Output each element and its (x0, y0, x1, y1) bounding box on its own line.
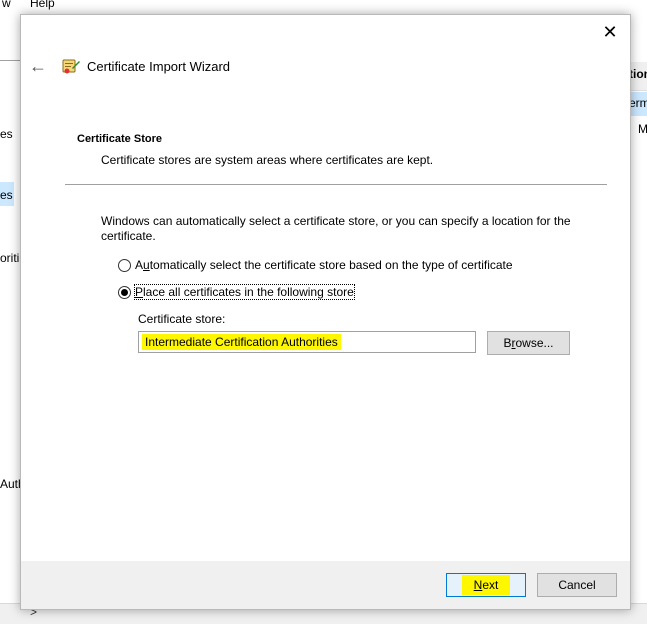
radio-button-unchecked[interactable] (118, 258, 131, 272)
next-button[interactable]: Next (446, 573, 526, 597)
certificate-store-field[interactable]: Intermediate Certification Authorities (138, 331, 476, 353)
radio-automatic-store[interactable]: Automatically select the certificate sto… (118, 258, 513, 272)
cancel-button[interactable]: Cancel (537, 573, 617, 597)
background-column-label: tion (629, 67, 647, 81)
section-title: Certificate Store (77, 133, 162, 145)
certificate-store-label: Certificate store: (138, 312, 226, 326)
radio-place-in-store[interactable]: Place all certificates in the following … (118, 284, 355, 300)
section-description: Certificate stores are system areas wher… (101, 153, 434, 167)
menu-item-help[interactable]: Help (30, 0, 55, 10)
header-divider (65, 184, 607, 185)
certificate-import-wizard-dialog: ✕ ← Certificate Import Wizard Certificat… (20, 14, 631, 610)
radio-button-checked[interactable] (118, 285, 131, 299)
browse-button[interactable]: Browse... (487, 331, 570, 355)
close-button[interactable]: ✕ (598, 21, 622, 43)
background-tree-item[interactable]: oriti (0, 251, 19, 265)
back-button[interactable]: ← (27, 55, 49, 77)
dialog-footer: Next Cancel (21, 561, 630, 609)
radio-automatic-label[interactable]: Automatically select the certificate sto… (135, 258, 513, 272)
certificate-store-value: Intermediate Certification Authorities (142, 334, 341, 350)
background-tree-item[interactable]: es (0, 127, 13, 141)
background-list-item[interactable]: erm (629, 96, 647, 110)
background-tree-item[interactable]: es (0, 188, 13, 202)
certificate-wizard-icon (62, 59, 80, 74)
background-divider (0, 60, 20, 61)
radio-place-label[interactable]: Place all certificates in the following … (134, 284, 355, 300)
background-menubar: w Help (0, 0, 647, 14)
wizard-title: Certificate Import Wizard (87, 59, 231, 74)
intro-text: Windows can automatically select a certi… (101, 214, 571, 243)
back-arrow-icon: ← (29, 56, 47, 76)
background-list-item[interactable]: M (638, 122, 647, 136)
close-icon: ✕ (602, 22, 618, 42)
menu-item-view[interactable]: w (2, 0, 11, 10)
